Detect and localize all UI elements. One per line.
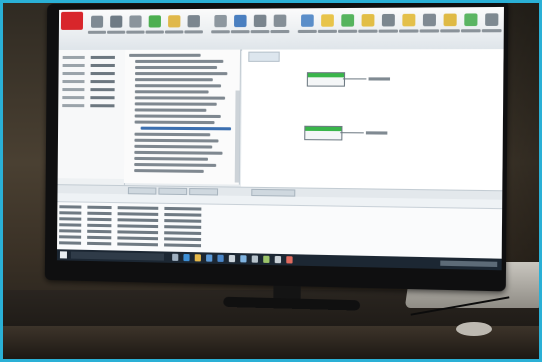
start-menu-icon[interactable] [59,251,67,259]
app-icon[interactable] [228,254,236,263]
ribbon-button-label [164,30,184,34]
wire-label [365,131,388,135]
taskbar-search-box[interactable] [70,251,165,261]
gray-tool-icon[interactable] [90,15,104,28]
monitor [44,0,509,311]
log-pane [57,193,503,259]
ribbon-button-label [481,29,502,33]
ribbon-button-label [145,30,164,34]
canvas-tab[interactable] [248,51,280,62]
diagram-block[interactable] [304,125,343,141]
yellow-warning-icon[interactable] [402,13,416,27]
ribbon-button-label [440,29,460,33]
yellow-warning-icon[interactable] [321,14,334,27]
app-icon[interactable] [286,256,293,264]
green-run-icon[interactable] [148,15,161,28]
gray-tool-icon[interactable] [129,15,142,28]
property-row [62,88,118,92]
gray-tool-icon[interactable] [485,13,499,27]
block-header [307,73,345,78]
ribbon-button-label [184,30,203,34]
wire-label [368,77,391,81]
gray-tool-icon[interactable] [253,14,267,28]
system-tray[interactable] [440,260,498,268]
project-tree[interactable] [123,49,242,185]
ribbon-button-label [338,29,358,33]
blue-tool-icon[interactable] [234,14,247,28]
blue-tool-icon[interactable] [300,14,314,27]
property-row [62,55,119,60]
app-icon[interactable] [274,255,282,264]
gray-tool-icon[interactable] [214,14,227,28]
yellow-warning-icon[interactable] [361,14,375,27]
monitor-screen [56,6,504,271]
app-icon[interactable] [240,255,247,263]
ribbon-button-group [59,7,504,34]
ribbon-button-label [211,30,230,34]
ribbon-button-label [378,29,398,33]
gray-tool-icon[interactable] [110,15,123,28]
app-icon[interactable] [251,255,259,263]
app-logo-icon[interactable] [60,11,84,30]
yellow-folder-icon[interactable] [168,15,181,28]
diagram-block[interactable] [306,72,346,87]
green-check-icon[interactable] [341,14,355,27]
properties-pane [57,49,127,180]
ribbon-button-label [317,29,337,33]
task-view-icon[interactable] [172,253,179,261]
ribbon-button-label [250,30,270,34]
ribbon-button-label [270,29,290,34]
log-row[interactable] [59,241,211,248]
property-row [62,72,119,76]
block-header [305,126,342,132]
diagram-canvas[interactable] [240,49,504,191]
gray-tool-icon[interactable] [187,15,200,28]
property-row [62,104,118,108]
computer-mouse [456,322,492,336]
store-icon[interactable] [206,254,213,262]
ribbon-button-label [126,30,145,34]
ribbon-button-label [358,29,378,33]
property-row [62,80,118,84]
ribbon-toolbar [58,6,504,51]
property-row [62,63,119,68]
ribbon-button-label [230,30,250,34]
mail-icon[interactable] [217,254,224,262]
tree-item-selected[interactable] [140,126,232,131]
property-row [62,96,118,100]
gray-tool-icon[interactable] [381,13,395,27]
yellow-warning-icon[interactable] [443,13,457,27]
connection-wire [340,132,364,134]
gray-tool-icon[interactable] [422,13,437,27]
green-check-icon[interactable] [464,13,478,27]
browser-icon[interactable] [183,253,190,262]
ribbon-button-label [107,30,126,34]
gray-tool-icon[interactable] [273,14,287,27]
app-icon[interactable] [263,255,270,263]
ribbon-button-label [460,29,481,33]
connection-wire [342,78,367,80]
ribbon-button-label [399,29,419,33]
folder-icon[interactable] [194,254,201,262]
tree-scrollbar[interactable] [234,90,240,183]
ribbon-button-label [297,29,317,34]
ribbon-button-label [87,30,107,34]
ribbon-button-label [419,29,440,33]
